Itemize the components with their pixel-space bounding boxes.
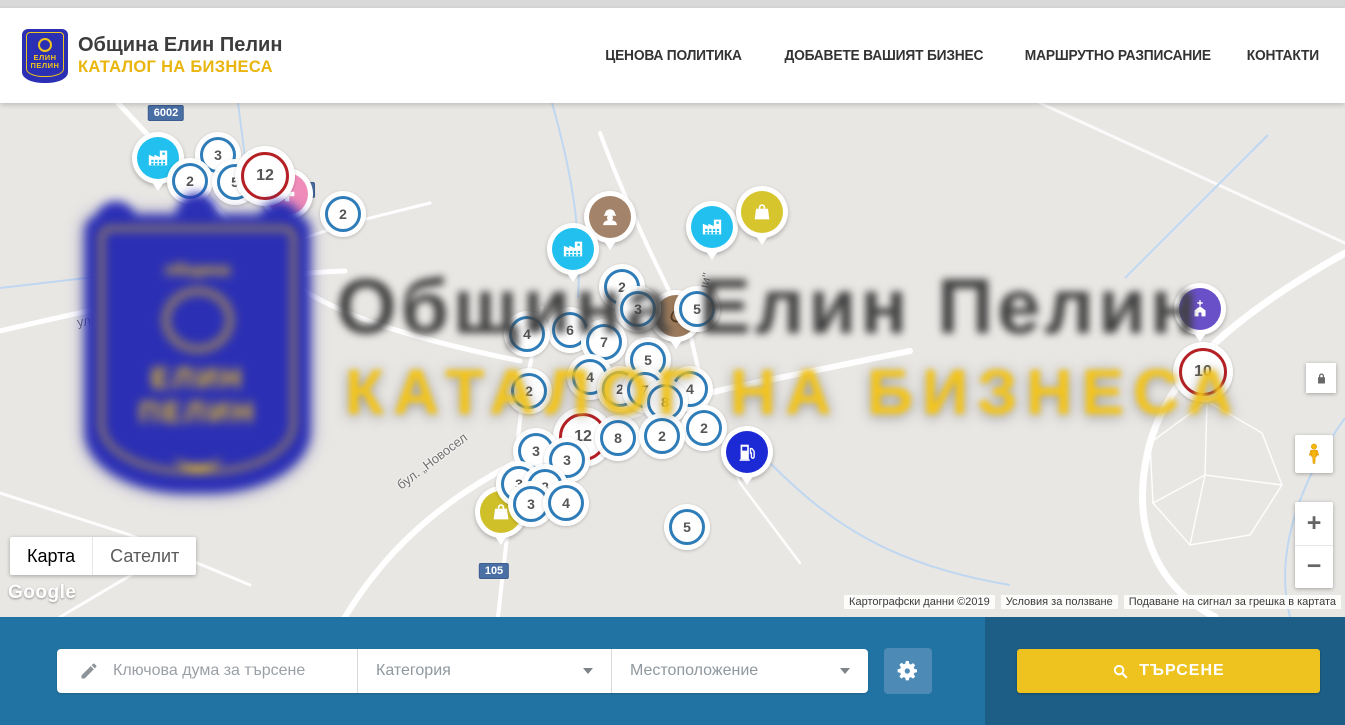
- cluster-marker[interactable]: 12: [235, 146, 295, 206]
- google-logo[interactable]: Google: [8, 582, 76, 604]
- search-submit-button[interactable]: ТЪРСЕНЕ: [1017, 649, 1320, 693]
- watermark-subtitle: КАТАЛОГ НА БИЗНЕСА: [345, 355, 1242, 429]
- category-dropdown[interactable]: Категория: [358, 649, 612, 693]
- watermark-title: Община Елин Пелин: [336, 261, 1201, 352]
- caret-down-icon: [583, 668, 593, 679]
- fuel-pin[interactable]: [721, 426, 773, 492]
- cluster-marker[interactable]: 2: [320, 191, 366, 237]
- cluster-count: 8: [614, 430, 622, 446]
- bag-icon: [741, 191, 783, 233]
- fuel-icon: [726, 431, 768, 473]
- site-header: ЕЛИН ПЕЛИН Община Елин Пелин КАТАЛОГ НА …: [0, 8, 1345, 103]
- zoom-in-button[interactable]: +: [1295, 502, 1333, 546]
- map-type-map-button[interactable]: Карта: [10, 537, 92, 575]
- site-brand[interactable]: ЕЛИН ПЕЛИН Община Елин Пелин КАТАЛОГ НА …: [22, 29, 282, 83]
- main-nav: ЦЕНОВА ПОЛИТИКА ДОБАВЕТЕ ВАШИЯТ БИЗНЕС М…: [566, 48, 1319, 64]
- cluster-count: 3: [532, 443, 540, 459]
- attribution-terms-link[interactable]: Условия за ползване: [1001, 595, 1118, 609]
- road-shield: 6002: [148, 105, 184, 121]
- cluster-count: 4: [562, 495, 570, 511]
- attribution-report-link[interactable]: Подаване на сигнал за грешка в картата: [1124, 595, 1341, 609]
- street-view-pegman-button[interactable]: [1295, 435, 1333, 473]
- municipality-crest-logo: ЕЛИН ПЕЛИН: [22, 29, 68, 83]
- lock-button[interactable]: [1306, 363, 1336, 393]
- top-strip: [0, 0, 1345, 8]
- cluster-count: 3: [527, 496, 535, 512]
- crest-ornament: [163, 288, 233, 352]
- factory-pin[interactable]: [686, 201, 738, 267]
- gear-icon: [896, 659, 920, 683]
- map-type-control: Карта Сателит: [10, 537, 196, 575]
- cluster-marker[interactable]: 5: [664, 504, 710, 550]
- bag-pin[interactable]: [736, 186, 788, 252]
- cluster-marker[interactable]: 4: [543, 480, 589, 526]
- search-fields-group: Категория Местоположение: [57, 649, 868, 693]
- cluster-count: 2: [339, 206, 347, 222]
- keyword-search-input[interactable]: [111, 661, 345, 681]
- site-title: Община Елин Пелин: [78, 34, 282, 57]
- factory-icon: [691, 206, 733, 248]
- site-subtitle: КАТАЛОГ НА БИЗНЕСА: [78, 57, 282, 77]
- map-attribution: Картографски данни ©2019 Условия за полз…: [844, 595, 1341, 609]
- advanced-search-button[interactable]: [884, 648, 932, 694]
- road-shield: 105: [479, 563, 509, 579]
- nav-item-contacts[interactable]: КОНТАКТИ: [1247, 48, 1319, 64]
- lock-icon: [1314, 371, 1329, 386]
- pencil-icon: [79, 661, 99, 681]
- zoom-control: + −: [1295, 502, 1333, 588]
- search-icon: [1112, 663, 1129, 680]
- nav-item-schedule[interactable]: МАРШРУТНО РАЗПИСАНИЕ: [1025, 48, 1211, 64]
- nav-item-add-business[interactable]: ДОБАВЕТЕ ВАШИЯТ БИЗНЕС: [784, 48, 983, 64]
- cluster-count: 2: [658, 428, 666, 444]
- attribution-data-text: Картографски данни ©2019: [844, 595, 995, 609]
- crest-ornament: [38, 38, 52, 52]
- watermark-crest: община ЕЛИН ПЕЛИН: [85, 215, 310, 493]
- map-type-satellite-button[interactable]: Сателит: [92, 537, 196, 575]
- caret-down-icon: [840, 668, 850, 679]
- cluster-count: 5: [683, 519, 691, 535]
- pegman-icon: [1302, 442, 1326, 466]
- map-canvas[interactable]: 6002105 ул. Преславбул. „Новоселции" 325…: [0, 103, 1345, 617]
- location-dropdown[interactable]: Местоположение: [612, 649, 868, 693]
- zoom-out-button[interactable]: −: [1295, 546, 1333, 589]
- nav-item-pricing[interactable]: ЦЕНОВА ПОЛИТИКА: [605, 48, 742, 64]
- cluster-count: 2: [186, 173, 194, 189]
- keyword-field[interactable]: [57, 649, 358, 693]
- search-bar: Категория Местоположение ТЪРСЕНЕ: [0, 617, 1345, 725]
- cluster-count: 12: [256, 167, 274, 185]
